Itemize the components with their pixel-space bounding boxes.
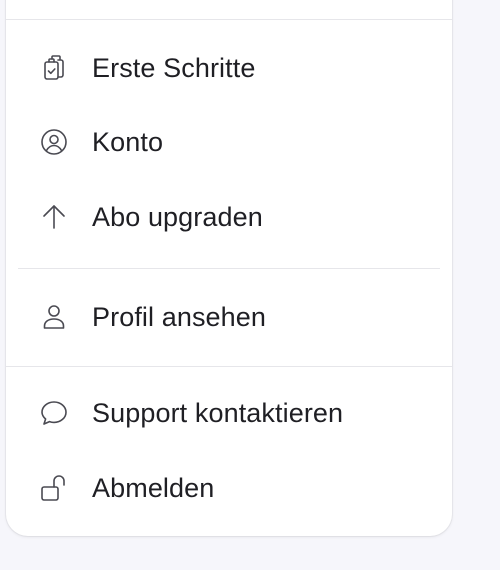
menu-item-sign-out[interactable]: Abmelden: [6, 460, 452, 516]
unlock-icon: [36, 470, 72, 506]
menu-item-label: Profil ansehen: [92, 301, 267, 332]
menu-item-getting-started[interactable]: Erste Schritte: [6, 40, 452, 96]
clipboard-check-icon: [36, 50, 72, 86]
menu-item-view-profile[interactable]: Profil ansehen: [6, 289, 452, 345]
menu-divider: [18, 268, 440, 269]
arrow-up-icon: [36, 199, 72, 235]
menu-item-label: Support kontaktieren: [92, 397, 344, 428]
menu-item-account[interactable]: Konto: [6, 114, 452, 170]
menu-item-label: Abo upgraden: [92, 201, 263, 232]
menu-item-upgrade-plan[interactable]: Abo upgraden: [6, 189, 452, 245]
menu-item-label: Erste Schritte: [92, 52, 256, 83]
menu-divider: [6, 19, 452, 20]
user-circle-icon: [36, 124, 72, 160]
menu-item-contact-support[interactable]: Support kontaktieren: [6, 385, 452, 441]
user-icon: [36, 299, 72, 335]
menu-item-label: Abmelden: [92, 472, 215, 503]
chat-bubble-icon: [36, 395, 72, 431]
menu-item-label: Konto: [92, 126, 164, 157]
menu-divider: [6, 366, 452, 367]
